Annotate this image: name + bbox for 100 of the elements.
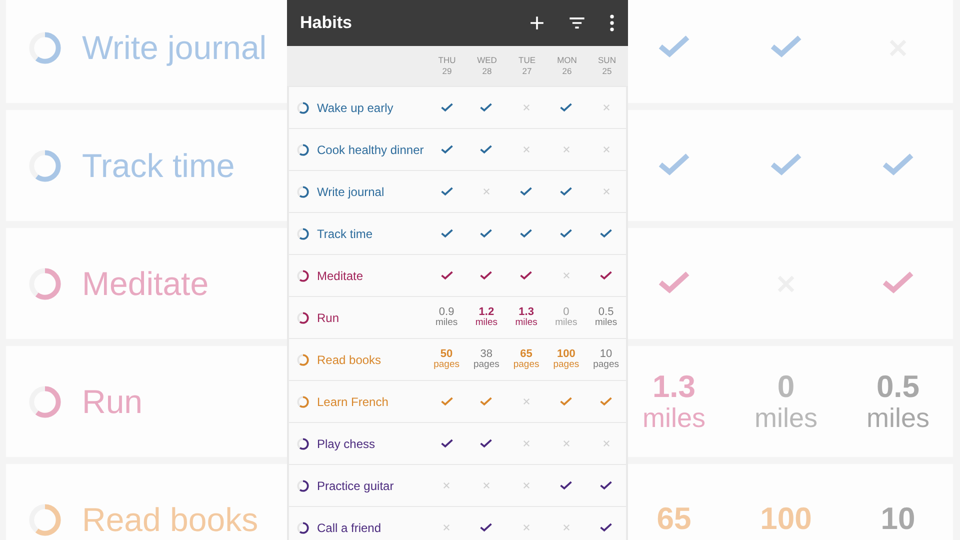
unit-text: miles: [866, 404, 930, 432]
habit-name: Read books: [317, 352, 382, 366]
check-icon[interactable]: [559, 100, 574, 114]
value-text: 0: [563, 306, 570, 318]
check-icon[interactable]: [599, 268, 614, 282]
check-icon[interactable]: [440, 184, 454, 198]
more-options-icon[interactable]: [608, 12, 616, 34]
value-text: 38: [480, 348, 493, 360]
habit-name: Wake up early: [317, 100, 394, 114]
habit-name: Play chess: [317, 436, 376, 450]
check-icon[interactable]: [440, 436, 454, 450]
value-text: 65: [656, 503, 692, 536]
value-text: 100: [760, 503, 812, 536]
progress-ring-icon: [296, 268, 310, 282]
habit-row[interactable]: Call a friend: [289, 507, 626, 540]
value-text: 10: [600, 348, 612, 360]
check-icon[interactable]: [479, 226, 494, 240]
habit-name: Run: [82, 382, 143, 420]
unit-text: pages: [513, 360, 540, 370]
unit-text: pages: [593, 360, 619, 370]
progress-ring-icon: [296, 352, 310, 366]
check-icon[interactable]: [519, 226, 534, 240]
check-icon[interactable]: [440, 142, 454, 156]
day-label: THU 29: [437, 54, 457, 78]
day-label: TUE 27: [518, 54, 536, 78]
unit-text: miles: [475, 318, 498, 328]
check-icon[interactable]: [559, 184, 574, 198]
habit-row[interactable]: Meditate: [289, 255, 626, 296]
day-label: WED 28: [476, 54, 498, 78]
value-text: 1.3: [652, 371, 696, 404]
unit-text: pages: [473, 360, 500, 370]
habit-name: Write journal: [82, 28, 267, 66]
habit-name: Track time: [82, 146, 235, 184]
value-text: 1.3: [518, 306, 534, 318]
habit-name: Practice guitar: [317, 478, 394, 492]
progress-ring-icon: [296, 478, 310, 492]
progress-ring-icon: [296, 310, 310, 324]
check-icon[interactable]: [559, 394, 574, 408]
check-icon[interactable]: [559, 478, 574, 492]
habit-name: Track time: [317, 226, 373, 240]
day-label: MON 26: [556, 54, 578, 78]
unit-text: miles: [555, 318, 578, 328]
unit-text: pages: [553, 360, 580, 370]
value-text: 0.5: [876, 371, 920, 404]
habit-row[interactable]: Track time: [289, 213, 626, 254]
value-text: 0: [777, 371, 795, 404]
habit-row[interactable]: Play chess: [289, 423, 626, 464]
check-icon[interactable]: [479, 394, 494, 408]
check-icon[interactable]: [440, 100, 454, 114]
value-text: 100: [556, 348, 576, 360]
check-icon[interactable]: [599, 394, 614, 408]
day-label: SUN 25: [597, 54, 617, 78]
app-title: Habits: [300, 13, 353, 33]
habit-row[interactable]: Practice guitar: [289, 465, 626, 506]
unit-text: miles: [754, 404, 818, 432]
unit-text: miles: [515, 318, 538, 328]
habit-name: Write journal: [317, 184, 384, 198]
habit-row[interactable]: Read books 50 pages 38 pages 65 pages 100 pages 10 pages: [289, 339, 626, 380]
unit-text: pages: [434, 360, 460, 370]
habit-name: Cook healthy dinner: [317, 142, 424, 156]
check-icon[interactable]: [440, 394, 454, 408]
check-icon[interactable]: [599, 520, 614, 534]
unit-text: miles: [435, 318, 458, 328]
check-icon[interactable]: [479, 142, 494, 156]
check-icon[interactable]: [479, 436, 494, 450]
value-text: 10: [880, 503, 916, 536]
progress-ring-icon: [296, 520, 310, 534]
habit-name: Learn French: [317, 394, 388, 408]
check-icon[interactable]: [479, 268, 494, 282]
check-icon[interactable]: [519, 268, 534, 282]
value-text: 65: [520, 348, 532, 360]
habit-name: Call a friend: [317, 520, 382, 534]
habit-name: Read books: [82, 500, 258, 538]
habit-name: Run: [317, 310, 340, 324]
check-icon[interactable]: [479, 100, 494, 114]
habit-row[interactable]: Wake up early: [289, 87, 626, 128]
check-icon[interactable]: [440, 268, 454, 282]
value-text: 0.9: [438, 306, 454, 318]
check-icon[interactable]: [559, 226, 574, 240]
unit-text: miles: [594, 318, 618, 328]
unit-text: miles: [642, 404, 706, 432]
progress-ring-icon: [296, 184, 310, 198]
progress-ring-icon: [296, 142, 310, 156]
check-icon[interactable]: [440, 226, 454, 240]
habit-row[interactable]: Cook healthy dinner: [289, 129, 626, 170]
check-icon[interactable]: [599, 226, 614, 240]
habit-name: Meditate: [82, 264, 209, 302]
check-icon[interactable]: [479, 520, 494, 534]
check-icon[interactable]: [599, 478, 614, 492]
check-icon[interactable]: [519, 184, 534, 198]
progress-ring-icon: [296, 394, 310, 408]
value-text: 0.5: [598, 306, 614, 318]
value-text: 1.2: [478, 306, 494, 318]
value-text: 50: [440, 348, 453, 360]
habit-row[interactable]: Learn French: [289, 381, 626, 422]
progress-ring-icon: [296, 100, 310, 114]
progress-ring-icon: [296, 226, 310, 240]
habit-row[interactable]: Write journal: [289, 171, 626, 212]
progress-ring-icon: [296, 436, 310, 450]
habit-row[interactable]: Run 0.9 miles 1.2 miles 1.3 miles 0 miles 0.5 miles: [289, 297, 626, 338]
